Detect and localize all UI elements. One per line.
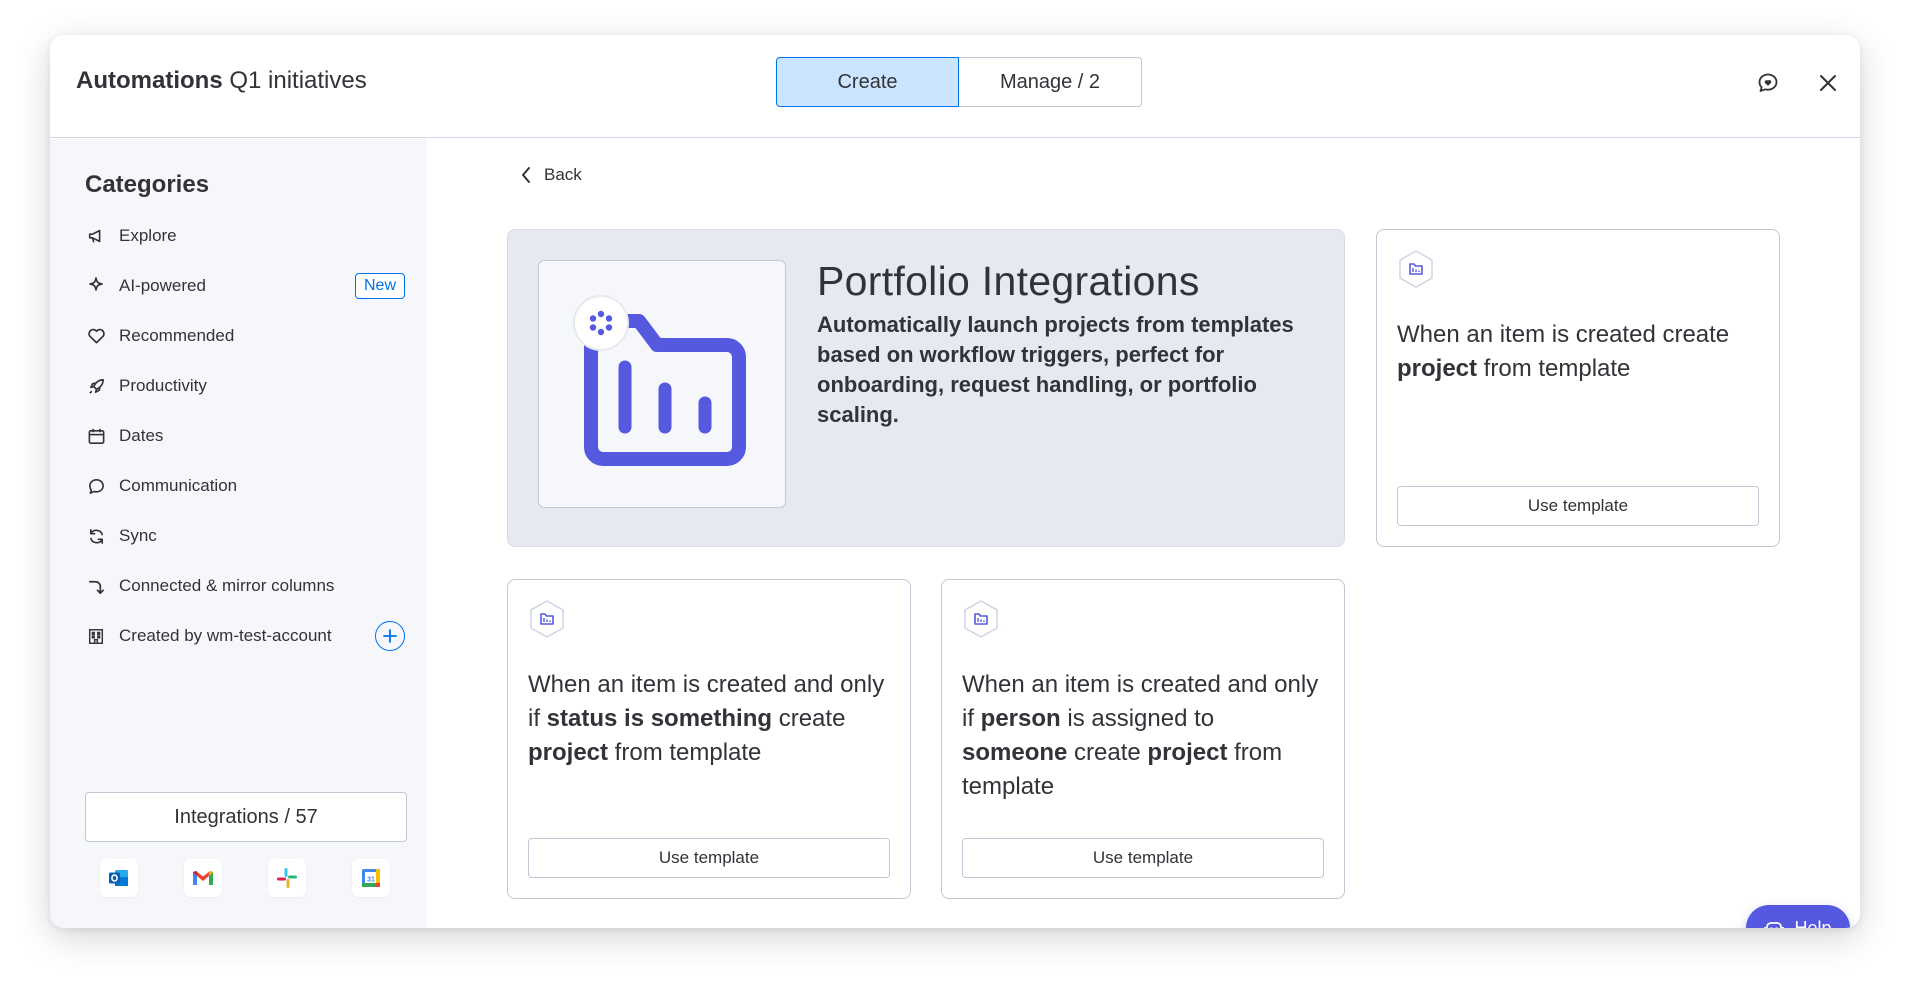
use-template-button[interactable]: Use template xyxy=(962,838,1324,878)
sidebar-item-label: Connected & mirror columns xyxy=(119,576,335,595)
portfolio-folder-icon xyxy=(573,295,746,466)
close-icon[interactable] xyxy=(1814,69,1842,97)
categories-sidebar: Categories Explore AI-powered New Recomm… xyxy=(50,139,427,928)
sidebar-item-label: Created by wm-test-account xyxy=(119,626,332,645)
sidebar-item-connected-mirror[interactable]: Connected & mirror columns xyxy=(85,561,405,611)
template-card: When an item is created and only if pers… xyxy=(941,579,1345,899)
text-segment: create xyxy=(772,705,846,732)
title-bold: Automations xyxy=(76,67,223,94)
sidebar-item-ai-powered[interactable]: AI-powered New xyxy=(85,261,405,311)
template-description: When an item is created and only if pers… xyxy=(962,668,1324,804)
back-button[interactable]: Back xyxy=(520,165,582,185)
template-card: When an item is created and only if stat… xyxy=(507,579,911,899)
gmail-icon[interactable] xyxy=(184,859,222,897)
portfolio-hex-icon xyxy=(961,599,1001,639)
help-label: Help xyxy=(1794,917,1832,929)
tab-manage[interactable]: Manage / 2 xyxy=(959,57,1142,107)
connect-icon xyxy=(85,575,107,597)
text-segment: When an item is created create xyxy=(1397,321,1730,348)
sidebar-item-label: Sync xyxy=(119,526,157,545)
slack-icon[interactable] xyxy=(268,859,306,897)
categories-title: Categories xyxy=(85,171,210,198)
template-description: When an item is created create project f… xyxy=(1397,318,1759,386)
automations-modal: Automations Q1 initiatives Create Manage… xyxy=(50,35,1860,928)
use-template-button[interactable]: Use template xyxy=(528,838,890,878)
google-calendar-icon[interactable]: 31 xyxy=(352,859,390,897)
sidebar-item-label: Productivity xyxy=(119,376,207,395)
calendar-icon xyxy=(85,425,107,447)
speech-bubble-icon xyxy=(85,475,107,497)
emphasis-text: project xyxy=(1397,355,1478,382)
text-segment: from template xyxy=(1477,355,1631,382)
sidebar-item-label: Communication xyxy=(119,476,238,495)
use-template-button[interactable]: Use template xyxy=(1397,486,1759,526)
template-card: When an item is created create project f… xyxy=(1376,229,1780,547)
sidebar-item-label: Recommended xyxy=(119,326,235,345)
chevron-left-icon xyxy=(522,167,530,183)
text-segment: create xyxy=(1067,739,1148,766)
sidebar-item-label: Explore xyxy=(119,226,177,245)
sidebar-item-productivity[interactable]: Productivity xyxy=(85,361,405,411)
categories-list: Explore AI-powered New Recommended Produ… xyxy=(85,211,405,661)
integration-apps: 31 xyxy=(100,859,400,897)
emphasis-text: project xyxy=(1147,739,1228,766)
sidebar-item-recommended[interactable]: Recommended xyxy=(85,311,405,361)
integrations-button[interactable]: Integrations / 57 xyxy=(85,792,407,842)
emphasis-text: person xyxy=(980,705,1061,732)
hero-description: Automatically launch projects from templ… xyxy=(817,312,1294,427)
help-button[interactable]: Help xyxy=(1746,905,1850,928)
sync-icon xyxy=(85,525,107,547)
new-badge: New xyxy=(354,273,405,299)
heart-icon xyxy=(85,325,107,347)
text-segment: from template xyxy=(608,739,762,766)
sidebar-item-label: AI-powered xyxy=(119,276,206,295)
sidebar-item-sync[interactable]: Sync xyxy=(85,511,405,561)
view-tabs: Create Manage / 2 xyxy=(776,57,1142,107)
emphasis-text: project xyxy=(528,739,609,766)
page-title: Automations Q1 initiatives xyxy=(76,67,367,95)
sidebar-item-dates[interactable]: Dates xyxy=(85,411,405,461)
emphasis-text: someone xyxy=(962,739,1068,766)
text-segment: is assigned to xyxy=(1060,705,1215,732)
hero-title: Portfolio Integrations xyxy=(817,258,1200,304)
template-description: When an item is created and only if stat… xyxy=(528,668,890,770)
portfolio-hex-icon xyxy=(527,599,567,639)
building-icon xyxy=(85,625,107,647)
sidebar-item-created-by[interactable]: Created by wm-test-account xyxy=(85,611,405,661)
svg-text:31: 31 xyxy=(367,877,375,884)
robot-icon xyxy=(1764,922,1785,928)
modal-header: Automations Q1 initiatives Create Manage… xyxy=(50,35,1860,138)
portfolio-hex-icon xyxy=(1396,249,1436,289)
rocket-icon xyxy=(85,375,107,397)
chat-heart-icon[interactable] xyxy=(1754,69,1782,97)
portfolio-integrations-hero: Portfolio Integrations Automatically lau… xyxy=(507,229,1345,547)
sidebar-item-communication[interactable]: Communication xyxy=(85,461,405,511)
add-category-button[interactable] xyxy=(375,621,405,651)
tab-create[interactable]: Create xyxy=(776,57,959,107)
megaphone-icon xyxy=(85,225,107,247)
sidebar-item-label: Dates xyxy=(119,426,164,445)
back-label: Back xyxy=(544,165,582,184)
sidebar-item-explore[interactable]: Explore xyxy=(85,211,405,261)
outlook-icon[interactable] xyxy=(100,859,138,897)
emphasis-text: status is something xyxy=(546,705,773,732)
title-board-name: Q1 initiatives xyxy=(229,67,367,94)
portfolio-thumbnail xyxy=(538,260,786,508)
sparkle-icon xyxy=(85,275,107,297)
